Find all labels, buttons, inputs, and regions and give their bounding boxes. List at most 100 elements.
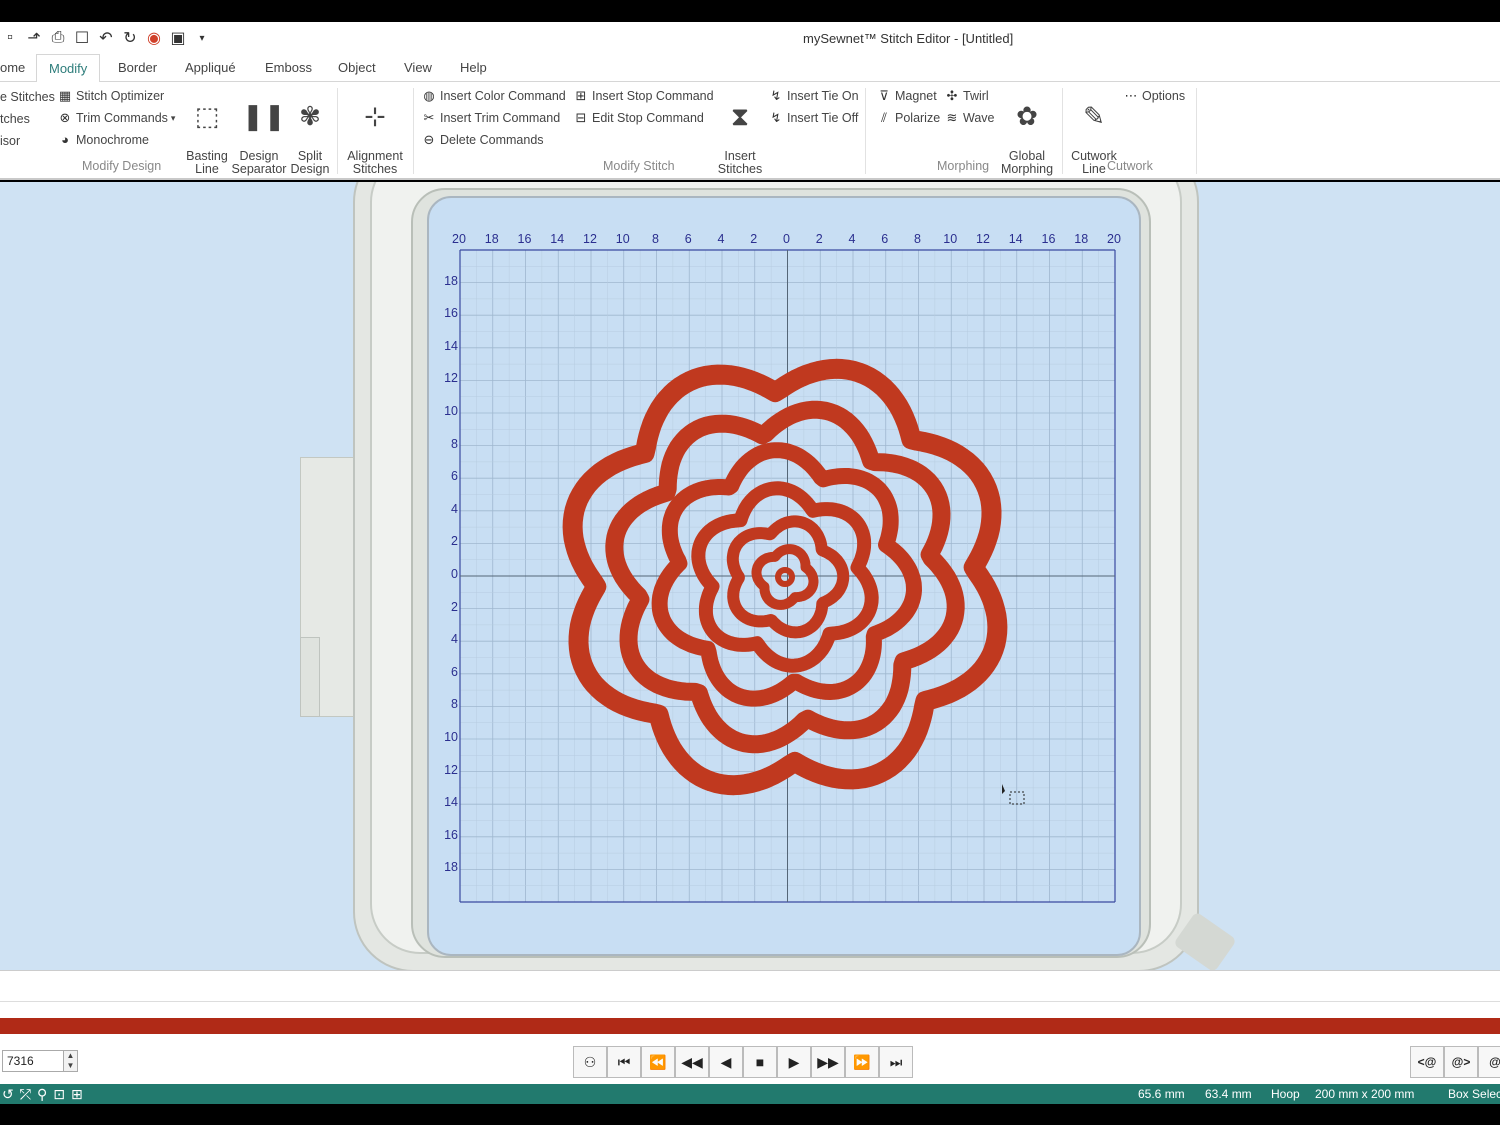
polarize-button[interactable]: ⫽ Polarize (876, 110, 940, 126)
y-axis-label: 2 (451, 534, 458, 549)
alignment-stitches-button[interactable]: ⊹ Alignment Stitches (343, 86, 407, 176)
fast-back-button[interactable]: ⏪ (641, 1046, 675, 1078)
tab-emboss[interactable]: Emboss (265, 60, 312, 75)
next-color-button[interactable]: @> (1444, 1046, 1478, 1078)
group-separator (1062, 88, 1063, 174)
chevron-down-icon: ▾ (170, 112, 176, 123)
redo-icon[interactable]: ↻ (120, 28, 140, 48)
insert-stitches-button[interactable]: ⧗ Insert Stitches (716, 86, 764, 176)
previous-color-button[interactable]: <@ (1410, 1046, 1444, 1078)
stitch-controls: 7316 ▲ ▼ ⚇ ⏮ ⏪ ◀◀ ◀ ■ ▶ ▶▶ ⏩ ⏭ <@ @> @ (0, 1034, 1500, 1084)
tie-on-icon: ↯ (770, 88, 782, 103)
split-design-button[interactable]: ✾ Split Design (288, 86, 332, 176)
polarize-icon: ⫽ (881, 110, 887, 125)
stitch-position-spinner[interactable]: ▲ ▼ (63, 1051, 77, 1071)
tie-off-icon: ↯ (770, 110, 782, 125)
x-axis-label: 20 (1107, 232, 1121, 246)
dropdown-icon[interactable]: ▾ (192, 28, 212, 48)
design-workspace[interactable]: 20 18 16 14 12 10 8 6 4 2 0 2 4 6 8 10 12 14 16 18 20 18 16 14… (0, 182, 1500, 970)
group-separator (1196, 88, 1197, 174)
design-separator-button[interactable]: ❚❚ Design Separator (231, 86, 287, 176)
color-sequence-bar[interactable] (0, 1018, 1500, 1034)
step-back-button[interactable]: ◀ (709, 1046, 743, 1078)
stitch-select-icon[interactable]: ⤱ (20, 1086, 31, 1103)
undo-icon[interactable]: ↶ (96, 28, 116, 48)
x-axis-label: 4 (717, 232, 725, 246)
group-cutwork: Cutwork (1107, 159, 1153, 173)
x-axis-label: 4 (848, 232, 856, 246)
ribbon-tabs: ome Modify Border Appliqué Emboss Object… (0, 54, 1500, 83)
back-button[interactable]: ◀◀ (675, 1046, 709, 1078)
stitch-position-input[interactable]: 7316 ▲ ▼ (2, 1050, 78, 1072)
first-stitch-button[interactable]: ⏮ (607, 1046, 641, 1078)
group-modify-stitch: Modify Stitch (603, 159, 675, 173)
stitch-icon[interactable]: ⚇ (573, 1046, 607, 1078)
quick-access-toolbar: ▫ ⬏ ⎙ ☐ ↶ ↻ ◉ ▣ ▾ (0, 28, 212, 48)
print-icon[interactable]: ⎙ (48, 28, 68, 48)
flower-center (775, 567, 795, 587)
stop-button[interactable]: ■ (743, 1046, 777, 1078)
y-axis-label: 10 (444, 730, 458, 744)
global-morphing-icon: ✿ (1016, 101, 1038, 131)
delete-commands-icon: ⊖ (423, 132, 435, 147)
trim-command-icon: ✂ (423, 110, 435, 125)
x-axis-label: 12 (976, 232, 990, 246)
group-separator (337, 88, 338, 174)
hoop-label: Hoop (1271, 1087, 1300, 1101)
hoop-grid (459, 249, 1116, 903)
open-icon[interactable]: ⬏ (24, 28, 44, 48)
x-axis-label: 18 (1074, 232, 1089, 246)
flower-petal-ring (751, 544, 819, 610)
twirl-button[interactable]: ✣ Twirl (944, 88, 989, 104)
magnet-button[interactable]: ⊽ Magnet (876, 88, 936, 104)
tab-modify[interactable]: Modify (36, 54, 101, 83)
save-icon[interactable]: ▫ (0, 28, 20, 48)
fast-forward-button[interactable]: ⏩ (845, 1046, 879, 1078)
wave-button[interactable]: ≋ Wave (944, 110, 995, 126)
select-box-icon[interactable]: ⊡ (53, 1086, 65, 1103)
stitches-button[interactable]: e Stitches (0, 90, 55, 104)
insert-trim-command-button[interactable]: ✂ Insert Trim Command (421, 110, 561, 126)
color-select-button[interactable]: @ (1478, 1046, 1500, 1078)
insert-tie-on-button[interactable]: ↯ Insert Tie On (768, 88, 859, 104)
options-button[interactable]: ⋯ Options (1123, 88, 1186, 104)
monochrome-button[interactable]: ◕ Monochrome (57, 132, 149, 148)
y-axis-label: 14 (444, 338, 458, 353)
basting-line-button[interactable]: ⬚ Basting Line (184, 86, 230, 176)
global-morphing-button[interactable]: ✿ Global Morphing (998, 86, 1056, 176)
play-icon[interactable]: ▣ (168, 28, 188, 48)
design-separator-icon: ❚❚ (242, 101, 286, 131)
tab-border[interactable]: Border (118, 60, 157, 75)
tab-view[interactable]: View (404, 60, 432, 75)
tab-home[interactable]: ome (0, 60, 25, 75)
select-icon[interactable]: ☐ (72, 28, 92, 48)
basting-line-icon: ⬚ (194, 101, 220, 131)
step-forward-button[interactable]: ▶ (777, 1046, 811, 1078)
refresh-icon[interactable]: ↺ (2, 1086, 14, 1103)
grid-icon[interactable]: ⊞ (71, 1086, 83, 1103)
zoom-icon[interactable]: ⚲ (37, 1086, 47, 1103)
forward-button[interactable]: ▶▶ (811, 1046, 845, 1078)
tab-object[interactable]: Object (338, 60, 376, 75)
x-axis-label: 10 (943, 232, 958, 246)
divider (0, 1001, 1500, 1002)
bottom-black-border (0, 1104, 1500, 1125)
stitches-button-2[interactable]: tches (0, 112, 30, 126)
insert-color-command-button[interactable]: ◍ Insert Color Command (421, 88, 565, 104)
color-command-icon: ◍ (423, 88, 435, 103)
tab-applique[interactable]: Appliqué (185, 60, 236, 75)
insert-tie-off-button[interactable]: ↯ Insert Tie Off (768, 110, 859, 126)
x-axis-label: 16 (517, 232, 532, 246)
stitch-optimizer-button[interactable]: ▦ Stitch Optimizer (57, 88, 164, 104)
advisor-button[interactable]: isor (0, 134, 20, 148)
x-axis-label: 6 (881, 232, 889, 246)
color-wheel-icon[interactable]: ◉ (144, 28, 164, 48)
trim-commands-button[interactable]: ⊗ Trim Commands ▾ (57, 110, 176, 126)
insert-stop-command-button[interactable]: ⊞ Insert Stop Command (573, 88, 714, 104)
options-icon: ⋯ (1124, 88, 1138, 103)
delete-commands-button[interactable]: ⊖ Delete Commands (421, 132, 544, 148)
tab-help[interactable]: Help (460, 60, 487, 75)
y-axis-label: 0 (451, 567, 458, 581)
edit-stop-command-button[interactable]: ⊟ Edit Stop Command (573, 110, 704, 126)
last-stitch-button[interactable]: ⏭ (879, 1046, 913, 1078)
